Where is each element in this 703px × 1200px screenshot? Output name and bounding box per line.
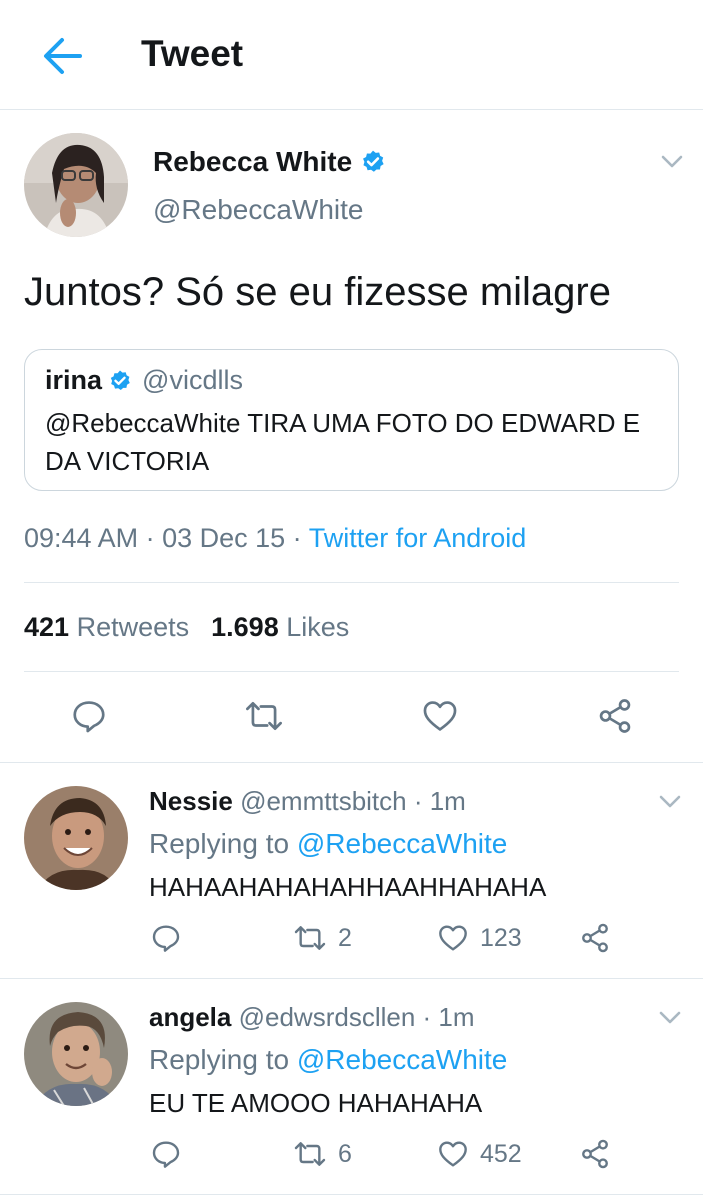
top-bar: Tweet: [0, 0, 703, 110]
share-button[interactable]: [596, 697, 634, 735]
like-button[interactable]: 123: [436, 922, 522, 954]
replying-to-link[interactable]: @RebeccaWhite: [297, 828, 508, 859]
reply-handle-time: @edwsrdscllen · 1m: [238, 1002, 475, 1032]
replying-to: Replying to @RebeccaWhite: [149, 1044, 507, 1076]
reply-button[interactable]: [150, 1138, 182, 1170]
reply-avatar[interactable]: [24, 786, 128, 890]
author-name: Rebecca White: [153, 146, 353, 177]
heart-icon: [439, 1141, 467, 1167]
reply-button[interactable]: [70, 697, 108, 735]
retweet-icon: [294, 926, 326, 950]
meta-separator: ·: [285, 523, 309, 553]
quoted-author-handle: @vicdlls: [142, 365, 243, 395]
like-count: 452: [480, 1139, 522, 1168]
back-button[interactable]: [36, 30, 88, 82]
tweet-time: 09:44 AM: [24, 523, 139, 553]
page-title: Tweet: [141, 33, 244, 74]
tweet-menu-button[interactable]: [657, 147, 687, 177]
verified-badge-icon: [363, 150, 384, 172]
reply-author-name: angela: [149, 1002, 232, 1032]
chevron-down-icon: [659, 795, 681, 808]
like-count: 123: [480, 923, 522, 952]
reply-button[interactable]: [150, 922, 182, 954]
like-button[interactable]: 452: [436, 1138, 522, 1170]
reply-icon: [73, 701, 105, 733]
likes-stat[interactable]: 1.698 Likes: [211, 612, 349, 642]
reply-author-name: Nessie: [149, 786, 233, 816]
reply-text: EU TE AMOOO HAHAHAHA: [149, 1088, 483, 1118]
share-icon: [582, 1139, 608, 1169]
quoted-tweet[interactable]: irina @vicdlls @RebeccaWhite TIRA UMA FO…: [24, 349, 679, 491]
divider: [24, 582, 679, 583]
tweet-source-link[interactable]: Twitter for Android: [309, 523, 527, 553]
tweet-text: Juntos? Só se eu fizesse milagre: [24, 270, 611, 314]
quoted-tweet-text: @RebeccaWhite TIRA UMA FOTO DO EDWARD E …: [45, 408, 641, 476]
reply-icon: [152, 925, 180, 952]
tweet-stats: 421 Retweets 1.698 Likes: [24, 612, 349, 643]
divider: [0, 1194, 703, 1195]
chevron-down-icon: [661, 155, 683, 168]
retweets-label: Retweets: [76, 612, 190, 642]
replying-to-label: Replying to: [149, 1044, 297, 1075]
divider: [0, 762, 703, 763]
like-button[interactable]: [420, 697, 460, 735]
reply-icon: [152, 1141, 180, 1168]
likes-count: 1.698: [211, 612, 279, 642]
heart-icon: [423, 701, 457, 731]
retweet-icon: [294, 1142, 326, 1166]
author-avatar[interactable]: [24, 133, 128, 237]
retweet-count: 6: [338, 1139, 352, 1168]
share-button[interactable]: [579, 1138, 611, 1170]
retweet-icon: [246, 701, 282, 731]
author-name-row[interactable]: Rebecca White: [153, 146, 386, 178]
reply-menu-button[interactable]: [655, 787, 685, 817]
reply-menu-button[interactable]: [655, 1003, 685, 1033]
reply-header[interactable]: Nessie @emmttsbitch · 1m: [149, 786, 466, 817]
retweet-count: 2: [338, 923, 352, 952]
replying-to: Replying to @RebeccaWhite: [149, 828, 507, 860]
retweets-count: 421: [24, 612, 70, 642]
heart-icon: [439, 925, 467, 951]
divider: [0, 978, 703, 979]
retweets-stat[interactable]: 421 Retweets: [24, 612, 189, 642]
tweet-date: 03 Dec 15: [162, 523, 286, 553]
quoted-tweet-header: irina @vicdlls: [45, 365, 243, 396]
author-handle[interactable]: @RebeccaWhite: [153, 194, 364, 226]
replying-to-link[interactable]: @RebeccaWhite: [297, 1044, 508, 1075]
verified-badge-icon: [110, 370, 130, 390]
retweet-button[interactable]: 2: [292, 922, 352, 954]
reply-avatar[interactable]: [24, 1002, 128, 1106]
share-icon: [599, 699, 631, 733]
reply-handle-time: @emmttsbitch · 1m: [240, 786, 466, 816]
chevron-down-icon: [659, 1011, 681, 1024]
retweet-button[interactable]: [243, 697, 285, 735]
share-icon: [582, 923, 608, 953]
reply-header[interactable]: angela @edwsrdscllen · 1m: [149, 1002, 475, 1033]
tweet-metadata: 09:44 AM · 03 Dec 15 · Twitter for Andro…: [24, 523, 526, 554]
retweet-button[interactable]: 6: [292, 1138, 352, 1170]
arrow-left-icon: [44, 38, 82, 74]
share-button[interactable]: [579, 922, 611, 954]
quoted-author-name: irina: [45, 365, 103, 395]
likes-label: Likes: [286, 612, 350, 642]
reply-text: HAHAAHAHAHAHHAAHHAHAHA: [149, 872, 547, 902]
replying-to-label: Replying to: [149, 828, 297, 859]
divider: [24, 671, 679, 672]
meta-separator: ·: [138, 523, 163, 553]
